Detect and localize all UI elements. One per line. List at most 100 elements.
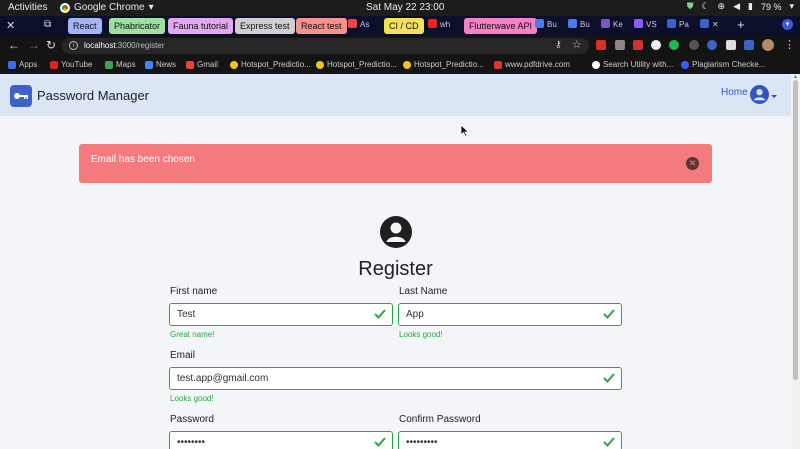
bookmark-label: Gmail bbox=[197, 60, 218, 69]
extension-icon[interactable] bbox=[707, 40, 717, 50]
tab-ke[interactable]: Ke bbox=[601, 19, 623, 29]
bookmark-label: News bbox=[156, 60, 177, 69]
confirm-password-value: ••••••••• bbox=[406, 437, 438, 448]
page-scrollbar[interactable]: ▲ bbox=[791, 74, 800, 449]
network-icon: ⊕ bbox=[717, 1, 726, 11]
puzzle-icon[interactable] bbox=[726, 40, 736, 50]
user-menu-icon[interactable] bbox=[750, 85, 769, 104]
tab-vs[interactable]: VS bbox=[634, 19, 657, 29]
key-logo-icon[interactable] bbox=[10, 85, 32, 107]
last-name-feedback: Looks good! bbox=[399, 330, 443, 339]
site-info-icon[interactable]: i bbox=[69, 41, 78, 50]
bookmark-label: www.pdfdrive.com bbox=[505, 60, 570, 69]
tab-label: Pa bbox=[679, 20, 689, 29]
pdf-icon bbox=[494, 60, 502, 69]
extension-icon[interactable] bbox=[596, 40, 606, 50]
email-field[interactable]: test.app@gmail.com bbox=[169, 367, 622, 390]
first-name-input[interactable]: Test bbox=[169, 303, 393, 326]
url-text[interactable]: localhost:3000/register bbox=[84, 41, 165, 50]
address-bar[interactable]: i localhost:3000/register ⚷ ☆ bbox=[62, 38, 589, 54]
bookmark-search-utility[interactable]: Search Utility with... bbox=[592, 60, 673, 69]
favicon-icon bbox=[568, 19, 577, 28]
extension-icon[interactable] bbox=[651, 40, 661, 50]
confirm-password-input[interactable]: ••••••••• bbox=[398, 431, 622, 449]
last-name-label: Last Name bbox=[399, 286, 448, 297]
first-name-feedback: Great name! bbox=[170, 330, 215, 339]
volume-icon: ◀ bbox=[733, 1, 740, 11]
tab-group-ci-cd[interactable]: CI / CD bbox=[384, 18, 424, 34]
close-tab-icon[interactable]: ✕ bbox=[712, 20, 719, 29]
gmail-icon bbox=[186, 60, 194, 69]
bookmark-gmail[interactable]: Gmail bbox=[186, 60, 218, 69]
bookmark-apps[interactable]: Apps bbox=[8, 60, 37, 69]
activities-button[interactable]: Activities bbox=[8, 2, 47, 13]
scrollbar-thumb[interactable] bbox=[793, 80, 798, 380]
extension-icon[interactable] bbox=[689, 40, 699, 50]
bookmark-star-icon[interactable]: ☆ bbox=[572, 38, 582, 51]
bookmark-hotspot-1[interactable]: Hotspot_Predictio... bbox=[230, 60, 311, 69]
last-name-value: App bbox=[406, 309, 424, 320]
chevron-down-icon[interactable] bbox=[771, 95, 777, 98]
home-link[interactable]: Home bbox=[721, 87, 748, 98]
forward-icon[interactable]: → bbox=[28, 38, 40, 52]
reload-icon[interactable]: ↻ bbox=[46, 38, 56, 52]
more-menu-icon[interactable]: ⋮ bbox=[784, 38, 795, 51]
bookmark-pdfdrive[interactable]: www.pdfdrive.com bbox=[494, 60, 570, 69]
tab-group-express[interactable]: Express test bbox=[235, 18, 295, 34]
key-icon[interactable]: ⚷ bbox=[555, 39, 562, 50]
new-tab-icon[interactable]: + bbox=[737, 17, 745, 32]
app-menu[interactable]: Google Chrome ▾ bbox=[60, 2, 154, 13]
clock[interactable]: Sat May 22 23:00 bbox=[366, 2, 444, 13]
profile-avatar[interactable] bbox=[762, 39, 774, 51]
tab-as[interactable]: As bbox=[348, 19, 369, 29]
bookmark-label: Maps bbox=[116, 60, 136, 69]
mouse-cursor-icon bbox=[461, 125, 469, 137]
close-window-icon[interactable]: ✕ bbox=[6, 19, 15, 32]
tab-active[interactable]: ✕ bbox=[700, 19, 719, 29]
page-title: Register bbox=[358, 258, 433, 280]
browser-toolbar: ← → ↻ i localhost:3000/register ⚷ ☆ bbox=[0, 36, 800, 56]
bookmark-label: Apps bbox=[19, 60, 38, 69]
status-area[interactable]: ⛊ ☾ ⊕ ◀ ▮ 79 % ▾ bbox=[687, 1, 794, 12]
bookmark-news[interactable]: News bbox=[145, 60, 176, 69]
tab-group-react[interactable]: React bbox=[68, 18, 102, 34]
tab-group-phabricator[interactable]: Phabricator bbox=[109, 18, 166, 34]
back-icon[interactable]: ← bbox=[8, 38, 20, 52]
tab-search-icon[interactable]: ⧉ bbox=[44, 19, 51, 30]
close-icon[interactable]: ✕ bbox=[686, 157, 699, 170]
bookmark-plagiarism[interactable]: Plagiarism Checke... bbox=[681, 60, 765, 69]
extension-icon[interactable] bbox=[744, 40, 754, 50]
tab-bu-2[interactable]: Bu bbox=[568, 19, 590, 29]
favicon-icon bbox=[428, 19, 437, 28]
tab-group-flutterwave[interactable]: Flutterwave API bbox=[464, 18, 538, 34]
tab-label: VS bbox=[646, 20, 657, 29]
favicon-icon bbox=[667, 19, 676, 28]
bookmark-label: Hotspot_Predictio... bbox=[327, 60, 397, 69]
bookmark-hotspot-2[interactable]: Hotspot_Predictio... bbox=[316, 60, 397, 69]
check-icon bbox=[603, 373, 615, 383]
extension-icon[interactable] bbox=[633, 40, 643, 50]
bookmark-youtube[interactable]: YouTube bbox=[50, 60, 92, 69]
favicon-icon bbox=[348, 19, 357, 28]
brand-name[interactable]: Password Manager bbox=[37, 88, 149, 103]
tab-wh[interactable]: wh bbox=[428, 19, 450, 29]
bookmark-maps[interactable]: Maps bbox=[105, 60, 136, 69]
bookmarks-bar: Apps YouTube Maps News Gmail Hotspot_Pre… bbox=[0, 56, 800, 74]
bookmark-hotspot-3[interactable]: Hotspot_Predictio... bbox=[403, 60, 484, 69]
colab-icon bbox=[316, 60, 324, 69]
tab-group-react-test[interactable]: React test bbox=[296, 18, 347, 34]
last-name-input[interactable]: App bbox=[398, 303, 622, 326]
apps-grid-icon bbox=[8, 60, 16, 69]
tab-pa[interactable]: Pa bbox=[667, 19, 689, 29]
email-value: test.app@gmail.com bbox=[177, 373, 269, 384]
youtube-icon bbox=[50, 60, 58, 69]
extension-icon[interactable] bbox=[669, 40, 679, 50]
tab-label: As bbox=[360, 20, 370, 29]
tab-label: Bu bbox=[580, 20, 590, 29]
tab-list-icon[interactable]: ▾ bbox=[782, 19, 793, 30]
password-input[interactable]: •••••••• bbox=[169, 431, 393, 449]
tab-bu-1[interactable]: Bu bbox=[535, 19, 557, 29]
extension-icon[interactable] bbox=[615, 40, 625, 50]
tab-group-fauna[interactable]: Fauna tutorial bbox=[168, 18, 234, 34]
check-icon bbox=[374, 309, 386, 319]
